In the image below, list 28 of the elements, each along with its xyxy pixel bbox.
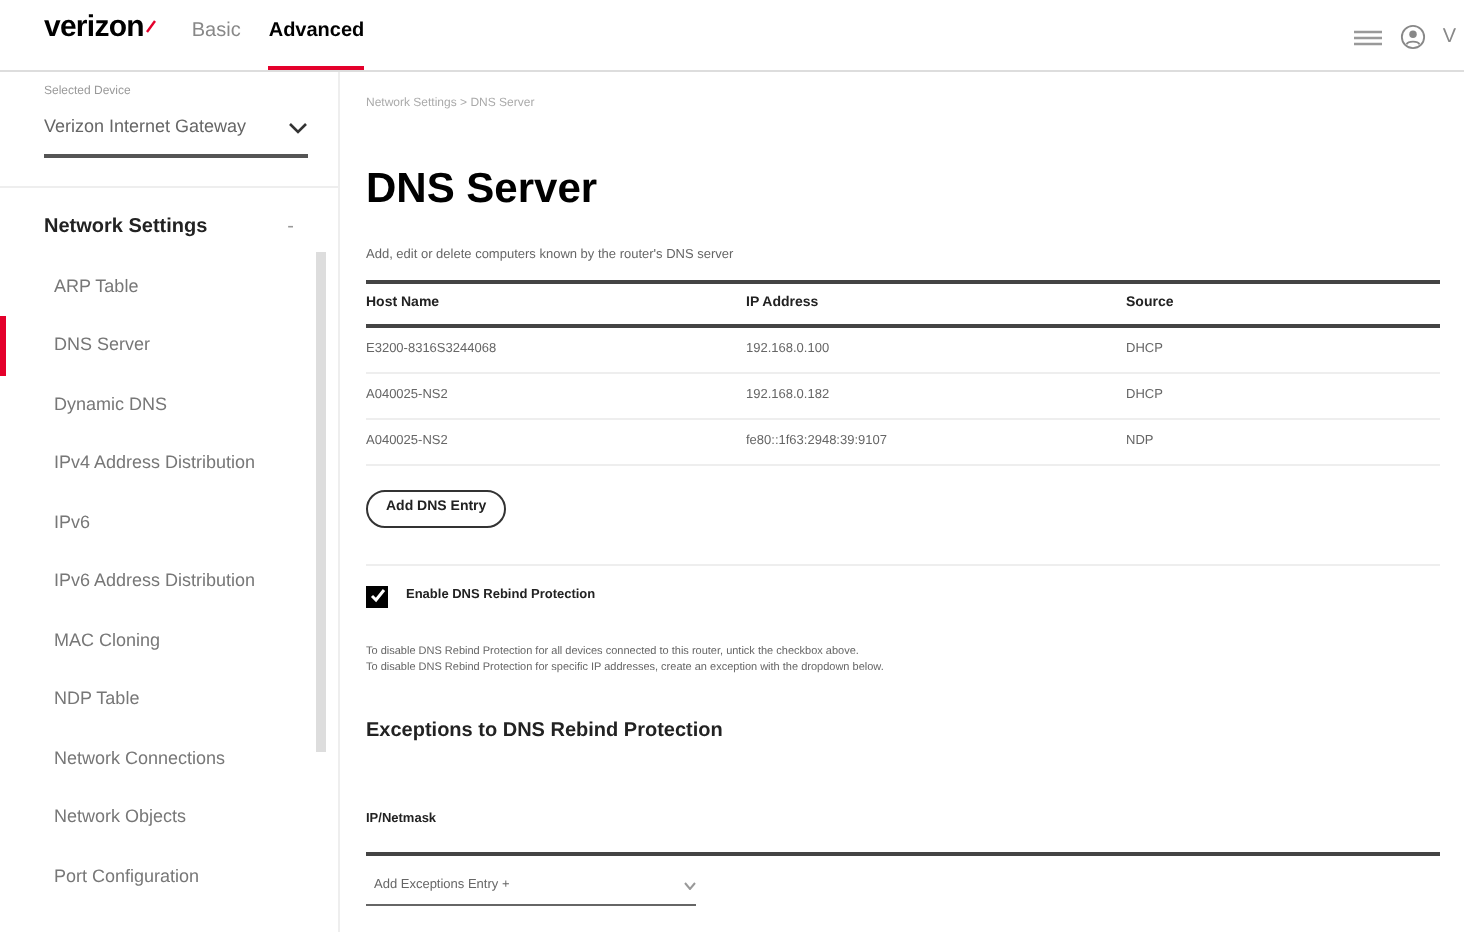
sidebar-item[interactable]: Port Configuration [0, 847, 338, 906]
check-icon [369, 588, 385, 605]
device-select[interactable]: Verizon Internet Gateway [44, 114, 308, 157]
user-icon[interactable] [1400, 24, 1427, 50]
chevron-down-icon [684, 881, 696, 890]
user-initial: V [1442, 24, 1456, 52]
sidebar-item[interactable]: NDP Table [0, 670, 338, 729]
sidebar-item[interactable]: MAC Cloning [0, 611, 338, 670]
sidebar-item[interactable]: Dynamic DNS [0, 375, 338, 434]
scrollbar[interactable] [316, 252, 326, 752]
checkmark-logo-icon [145, 20, 156, 36]
page-title: DNS Server [366, 164, 600, 216]
section-title: Network Settings [44, 213, 208, 241]
menu-icon[interactable] [1352, 27, 1385, 47]
chevron-down-icon [288, 121, 308, 134]
sidebar-item[interactable]: IPv6 Address Distribution [0, 552, 338, 611]
sidebar-item[interactable]: ARP Table [0, 257, 338, 316]
section-heading: Exceptions to DNS Rebind Protection [366, 717, 725, 746]
sidebar-item[interactable]: DNS Server [0, 316, 338, 375]
sidebar-item[interactable]: Network Objects [0, 788, 338, 847]
checkbox[interactable] [366, 585, 388, 608]
collapse-toggle[interactable]: - [287, 211, 294, 241]
sidebar-item[interactable]: IPv6 [0, 493, 338, 552]
nav-tab[interactable]: Basic [191, 16, 241, 70]
sidebar-item[interactable]: Network Connections [0, 729, 338, 788]
brand-logo: verizon [44, 7, 144, 47]
sidebar-item[interactable]: IPv4 Address Distribution [0, 434, 338, 493]
nav-tab[interactable]: Advanced [268, 16, 365, 70]
